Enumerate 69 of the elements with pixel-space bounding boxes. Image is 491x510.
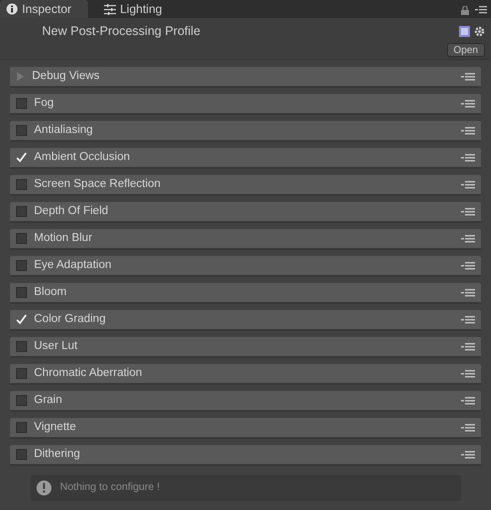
menu-icon[interactable] <box>461 422 475 432</box>
checkbox[interactable] <box>16 125 27 136</box>
effect-header[interactable]: Screen Space Reflection <box>10 175 481 196</box>
checkbox[interactable] <box>16 449 27 460</box>
effect-label: Dithering <box>34 446 82 462</box>
checkmark-icon <box>16 152 27 163</box>
effect-header[interactable]: Fog <box>10 94 481 115</box>
effect-label: User Lut <box>34 338 78 354</box>
effect-label: Motion Blur <box>34 230 94 246</box>
checkbox[interactable] <box>16 98 27 109</box>
sliders-icon <box>104 4 116 14</box>
effect-header[interactable]: User Lut <box>10 337 481 358</box>
checkbox[interactable] <box>16 260 27 271</box>
open-button[interactable]: Open <box>446 42 485 57</box>
checkmark-icon <box>16 314 27 325</box>
effect-header[interactable]: Ambient Occlusion <box>10 148 481 169</box>
effect-header[interactable]: Chromatic Aberration <box>10 364 481 385</box>
asset-title: New Post-Processing Profile <box>42 23 202 40</box>
menu-icon[interactable] <box>461 314 475 324</box>
effect-header[interactable]: Depth Of Field <box>10 202 481 223</box>
checkbox[interactable] <box>16 233 27 244</box>
menu-icon[interactable] <box>461 368 475 378</box>
menu-icon[interactable] <box>461 126 475 136</box>
effect-label: Color Grading <box>34 312 107 327</box>
effect-header[interactable]: Eye Adaptation <box>10 256 481 277</box>
effect-label: Antialiasing <box>34 122 94 138</box>
effect-header[interactable]: Debug Views <box>10 67 481 88</box>
checkbox[interactable] <box>16 395 27 406</box>
tab[interactable]: Inspector <box>0 0 88 18</box>
effect-label: Fog <box>34 96 55 111</box>
menu-icon[interactable] <box>461 98 475 108</box>
checkbox[interactable] <box>16 206 27 217</box>
checkbox[interactable] <box>16 341 27 352</box>
effect-header[interactable]: Motion Blur <box>10 229 481 250</box>
effect-label: Grain <box>34 392 64 408</box>
effect-header[interactable]: Bloom <box>10 283 481 304</box>
effect-label: Depth Of Field <box>34 204 110 219</box>
checkbox[interactable] <box>16 287 27 298</box>
effect-header[interactable]: Grain <box>10 391 481 412</box>
effect-header[interactable]: Vignette <box>10 418 481 439</box>
effect-label: Debug Views <box>32 68 101 84</box>
effect-label: Chromatic Aberration <box>34 366 144 381</box>
effect-label: Ambient Occlusion <box>34 150 131 165</box>
profile-icon <box>459 26 470 37</box>
lock-icon[interactable] <box>461 6 469 15</box>
menu-icon[interactable] <box>461 152 475 162</box>
effect-header[interactable]: Dithering <box>10 445 481 466</box>
menu-icon[interactable] <box>475 6 487 14</box>
menu-icon[interactable] <box>461 260 475 270</box>
tab[interactable]: Lighting <box>98 0 168 18</box>
effect-label: Screen Space Reflection <box>34 176 162 192</box>
menu-icon[interactable] <box>461 206 475 216</box>
menu-icon[interactable] <box>461 396 475 406</box>
effect-label: Vignette <box>34 420 77 435</box>
help-message: Nothing to configure ! <box>60 480 160 496</box>
effect-header[interactable]: Antialiasing <box>10 121 481 142</box>
effect-label: Bloom <box>34 284 68 300</box>
menu-icon[interactable] <box>461 288 475 298</box>
menu-icon[interactable] <box>461 450 475 460</box>
menu-icon[interactable] <box>461 234 475 244</box>
checkbox[interactable] <box>16 368 27 379</box>
menu-icon[interactable] <box>461 72 475 82</box>
effect-label: Eye Adaptation <box>34 258 112 273</box>
effect-header[interactable]: Color Grading <box>10 310 481 331</box>
menu-icon[interactable] <box>461 342 475 352</box>
menu-icon[interactable] <box>461 180 475 190</box>
checkbox[interactable] <box>16 179 27 190</box>
gear-icon[interactable] <box>474 26 485 37</box>
checkbox[interactable] <box>16 422 27 433</box>
